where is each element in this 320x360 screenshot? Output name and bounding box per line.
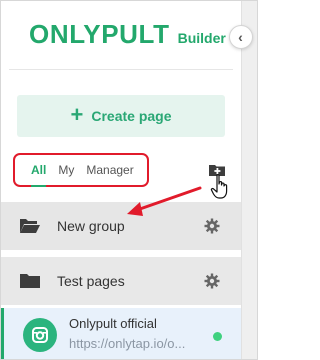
page-title: Onlypult official [69, 316, 157, 331]
group-label: Test pages [57, 273, 125, 289]
page-avatar [23, 318, 57, 352]
divider [241, 1, 242, 359]
create-page-button[interactable]: + Create page [17, 95, 225, 137]
create-page-label: Create page [91, 108, 172, 124]
collapse-sidebar-button[interactable]: ‹ [229, 25, 253, 49]
page-list-item[interactable]: Onlypult official https://onlytap.io/o..… [1, 308, 241, 359]
logo-sub: Builder [177, 30, 226, 46]
gear-icon[interactable] [204, 273, 220, 289]
divider [1, 250, 241, 257]
hand-cursor-icon [210, 174, 228, 199]
page-url: https://onlytap.io/o... [69, 336, 186, 351]
chevron-left-icon: ‹ [238, 29, 243, 45]
camera-icon [32, 327, 48, 343]
folder-icon [20, 274, 40, 288]
tab-manager[interactable]: Manager [80, 159, 139, 181]
plus-icon: + [70, 102, 84, 127]
logo-main: ONLYPULT [29, 19, 170, 49]
status-dot [213, 332, 222, 341]
tab-all[interactable]: All [25, 159, 52, 187]
gear-icon[interactable] [204, 218, 220, 234]
active-accent [1, 308, 4, 359]
divider [9, 69, 233, 70]
tab-my[interactable]: My [52, 159, 80, 181]
folder-open-icon [20, 219, 40, 233]
filter-tabs: All My Manager [13, 153, 149, 187]
group-row-new-group[interactable]: New group [1, 202, 241, 250]
sidebar: ONLYPULT Builder + Create page All My Ma… [1, 1, 241, 359]
content-area [241, 1, 257, 359]
group-row-test-pages[interactable]: Test pages [1, 257, 241, 305]
group-label: New group [57, 218, 125, 234]
logo: ONLYPULT Builder [29, 19, 226, 53]
